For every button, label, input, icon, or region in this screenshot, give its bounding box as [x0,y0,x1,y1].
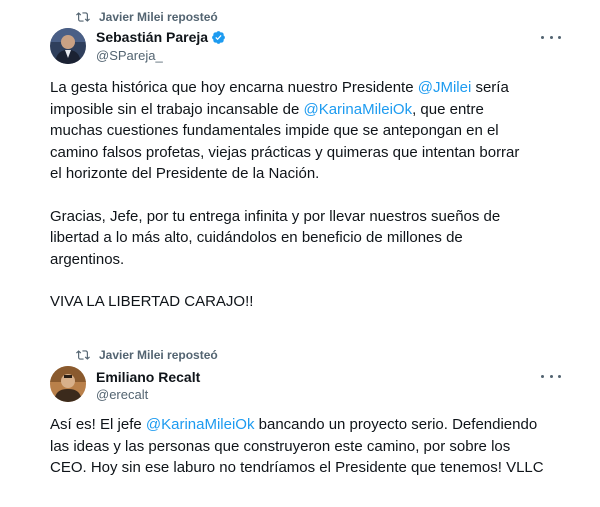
text-line: Así es! El jefe @KarinaMileiOk bancando … [50,414,570,436]
text-segment: CEO. Hoy sin ese laburo no tendríamos el… [50,459,544,476]
author-name[interactable]: Emiliano Recalt [96,369,200,385]
text-line: Gracias, Jefe, por tu entrega infinita y… [50,206,570,228]
tweet-1[interactable]: Javier Milei reposteó Sebastián Pareja @… [0,0,600,330]
tweet-paragraph: Así es! El jefe @KarinaMileiOk bancando … [50,414,570,479]
text-segment: imposible sin el trabajo incansable de [50,100,304,118]
mention-link[interactable]: @JMilei [418,79,472,96]
text-line: las ideas y las personas que construyero… [50,436,570,458]
avatar[interactable] [50,28,86,64]
tweet-text: Así es! El jefe @KarinaMileiOk bancando … [50,414,570,479]
more-options-icon[interactable] [541,31,561,43]
author-handle[interactable]: @erecalt [96,387,148,402]
avatar-image [50,28,86,64]
text-segment: bancando un proyecto serio. Defendiendo [254,416,538,433]
author-handle[interactable]: @SPareja_ [96,48,163,63]
text-segment: La gesta histórica que hoy encarna nuest… [50,79,418,96]
repost-label: Javier Milei reposteó [99,348,218,362]
tweet-paragraph: VIVA LA LIBERTAD CARAJO!! [50,291,570,313]
repost-icon [76,12,90,22]
repost-label: Javier Milei reposteó [99,10,218,24]
text-segment: camino falsos profetas, viejas prácticas… [50,143,520,161]
text-segment: libertad a lo más alto, cuidándolos en b… [50,229,463,246]
author-name[interactable]: Sebastián Pareja [96,29,208,45]
tweet-text: La gesta histórica que hoy encarna nuest… [50,77,570,313]
text-line: CEO. Hoy sin ese laburo no tendríamos el… [50,457,570,479]
text-line: libertad a lo más alto, cuidándolos en b… [50,227,570,249]
tweet-paragraph: La gesta histórica que hoy encarna nuest… [50,77,570,185]
repost-indicator[interactable]: Javier Milei reposteó [76,9,218,25]
text-segment: Así es! El jefe [50,416,146,433]
text-segment: sería [471,79,509,96]
text-segment: VIVA LA LIBERTAD CARAJO!! [50,293,254,310]
tweet-2[interactable]: Javier Milei reposteó Emiliano Recalt @e… [0,340,600,507]
text-segment: el horizonte del Presidente de la Nación… [50,165,320,182]
author-name-row[interactable]: Sebastián Pareja [96,29,226,45]
mention-link[interactable]: @KarinaMileiOk [303,101,412,118]
text-line: el horizonte del Presidente de la Nación… [50,163,570,185]
text-line: muchas cuestiones fundamentales impide q… [50,120,570,142]
text-line: La gesta histórica que hoy encarna nuest… [50,77,570,99]
mention-link[interactable]: @KarinaMileiOk [146,416,255,433]
repost-indicator[interactable]: Javier Milei reposteó [76,347,218,363]
text-line: argentinos. [50,249,570,271]
text-line: VIVA LA LIBERTAD CARAJO!! [50,291,570,313]
text-segment: las ideas y las personas que construyero… [50,437,511,455]
text-line: imposible sin el trabajo incansable de @… [50,99,570,121]
tweet-paragraph: Gracias, Jefe, por tu entrega infinita y… [50,206,570,271]
text-segment: muchas cuestiones fundamentales impide q… [50,122,499,139]
repost-icon [76,350,90,360]
verified-badge-icon [212,30,225,44]
avatar-image [50,366,86,402]
text-line: camino falsos profetas, viejas prácticas… [50,142,570,164]
author-name-row[interactable]: Emiliano Recalt [96,369,200,385]
text-segment: Gracias, Jefe, por tu entrega infinita y… [50,207,501,225]
more-options-icon[interactable] [541,370,561,382]
avatar[interactable] [50,366,86,402]
text-segment: , que entre [412,100,484,118]
text-segment: argentinos. [50,250,125,268]
